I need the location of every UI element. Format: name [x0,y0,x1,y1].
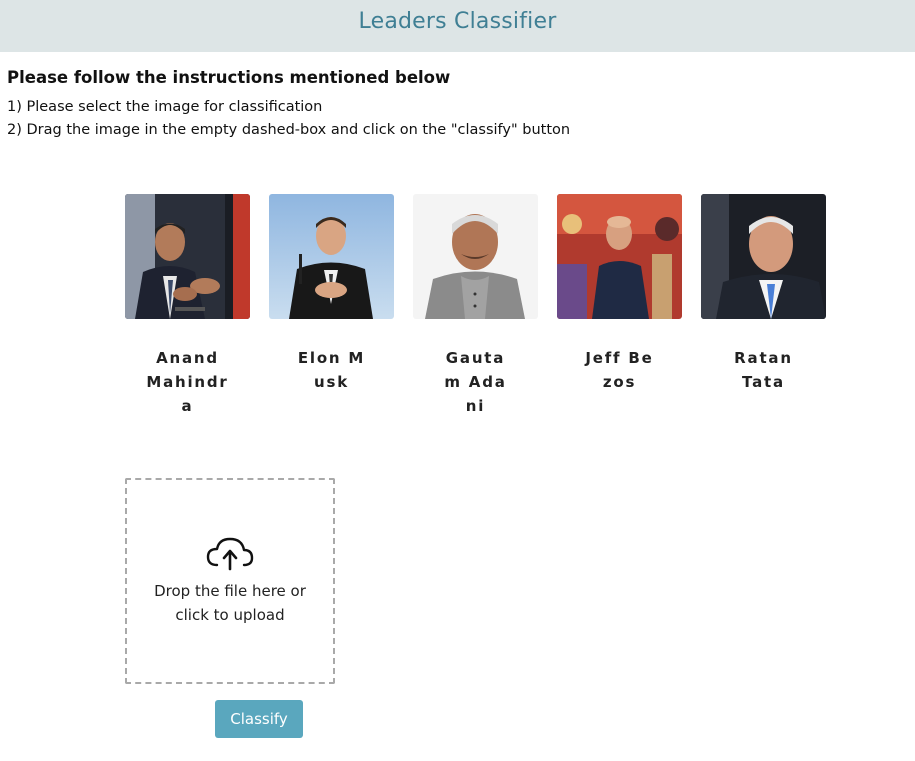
gautam-adani-photo[interactable] [413,194,538,319]
ratan-tata-photo[interactable] [701,194,826,319]
leader-card-jeff-bezos[interactable]: Jeff Bezos [557,194,682,394]
leader-name-elon-musk: Elon Musk [297,349,366,391]
jeff-bezos-photo-graphic [557,194,682,319]
instruction-step-2: 2) Drag the image in the empty dashed-bo… [7,122,571,138]
classify-button[interactable]: Classify [215,700,303,738]
elon-musk-photo-graphic [269,194,394,319]
app-header: Leaders Classifier [0,0,915,52]
leader-name-anand-mahindra: Anand Mahindra [146,349,229,415]
dropzone-text: Drop the file here or click to upload [154,582,306,624]
leader-card-gautam-adani[interactable]: Gautam Adani [413,194,538,418]
leader-card-ratan-tata[interactable]: Ratan Tata [701,194,826,394]
leader-name-gautam-adani: Gautam Adani [444,349,507,415]
instructions-heading: Please follow the instructions mentioned… [7,68,451,87]
anand-mahindra-photo[interactable] [125,194,250,319]
leader-name-jeff-bezos: Jeff Bezos [585,349,654,391]
upload-dropzone[interactable]: Drop the file here or click to upload [125,478,335,684]
app-title: Leaders Classifier [358,8,557,34]
instructions-panel: Please follow the instructions mentioned… [7,67,907,142]
elon-musk-photo[interactable] [269,194,394,319]
leader-name-ratan-tata: Ratan Tata [734,349,793,391]
gautam-adani-photo-graphic [413,194,538,319]
jeff-bezos-photo[interactable] [557,194,682,319]
anand-mahindra-photo-graphic [125,194,250,319]
instruction-step-1: 1) Please select the image for classific… [7,99,323,115]
leader-card-anand-mahindra[interactable]: Anand Mahindra [125,194,250,418]
leader-card-elon-musk[interactable]: Elon Musk [269,194,394,394]
cloud-upload-icon [206,537,254,571]
ratan-tata-photo-graphic [701,194,826,319]
